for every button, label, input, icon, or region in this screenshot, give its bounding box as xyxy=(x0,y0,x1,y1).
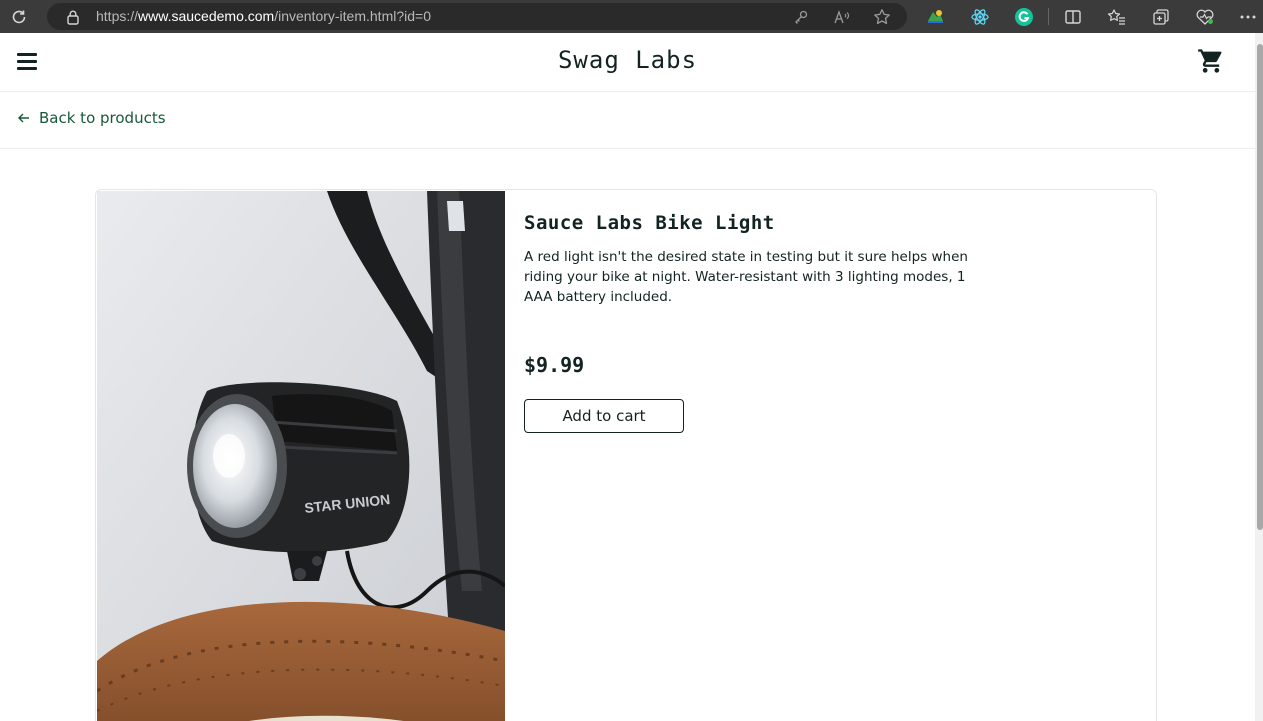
browser-essentials-icon[interactable] xyxy=(1194,6,1216,28)
back-to-products-label: Back to products xyxy=(39,109,166,127)
product-description: A red light isn't the desired state in t… xyxy=(524,249,968,305)
product-details-card: STAR UNION Sauce Labs Bike Light A red l… xyxy=(95,189,1157,721)
product-image: STAR UNION xyxy=(96,191,507,721)
scrollbar-thumb[interactable] xyxy=(1257,44,1263,530)
address-bar[interactable]: https://www.saucedemo.com/inventory-item… xyxy=(47,3,907,30)
arrow-left-icon xyxy=(18,113,29,123)
more-options-icon[interactable] xyxy=(1237,6,1259,28)
add-to-cart-button[interactable]: Add to cart xyxy=(524,399,684,433)
product-info: Sauce Labs Bike Light A red light isn't … xyxy=(524,210,984,433)
back-to-products-button[interactable]: Back to products xyxy=(17,109,166,127)
url-host: www.saucedemo.com xyxy=(138,8,275,24)
lock-icon[interactable] xyxy=(65,9,81,25)
url-text[interactable]: https://www.saucedemo.com/inventory-item… xyxy=(96,8,431,24)
favorites-icon[interactable] xyxy=(1106,6,1128,28)
app-logo: Swag Labs xyxy=(557,46,698,74)
key-icon[interactable] xyxy=(792,8,810,26)
extension-globe-icon[interactable] xyxy=(924,6,946,28)
url-path: /inventory-item.html?id=0 xyxy=(274,8,431,24)
favorite-star-icon[interactable] xyxy=(873,8,891,26)
shopping-cart-icon[interactable] xyxy=(1197,47,1225,75)
product-name: Sauce Labs Bike Light xyxy=(524,212,775,234)
toolbar-divider xyxy=(1048,8,1049,25)
secondary-header: Back to products xyxy=(0,92,1255,149)
app-header: Swag Labs xyxy=(0,33,1255,92)
grammarly-icon[interactable] xyxy=(1013,6,1035,28)
url-prefix: https:// xyxy=(96,8,139,24)
collections-icon[interactable] xyxy=(1150,6,1172,28)
read-aloud-icon[interactable] xyxy=(833,8,851,26)
reload-icon[interactable] xyxy=(8,6,30,28)
product-price: $9.99 xyxy=(524,353,585,377)
split-screen-icon[interactable] xyxy=(1062,6,1084,28)
react-devtools-icon[interactable] xyxy=(969,6,991,28)
browser-toolbar: https://www.saucedemo.com/inventory-item… xyxy=(0,0,1263,33)
